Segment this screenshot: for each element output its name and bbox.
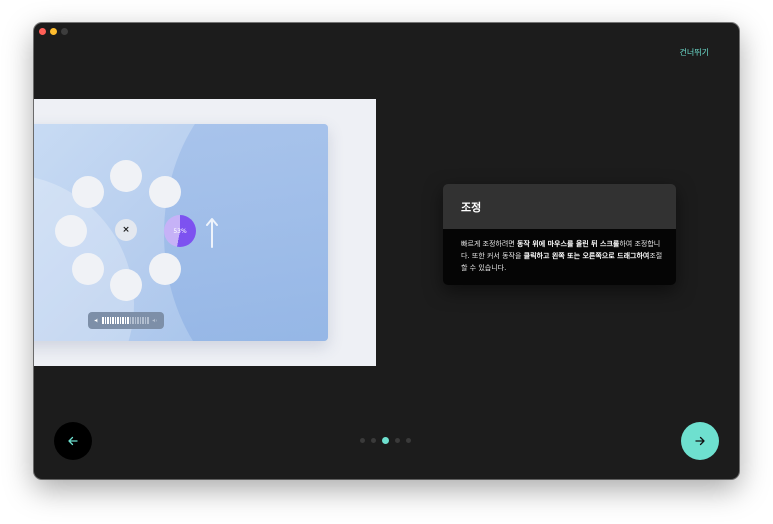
tooltip-description: 빠르게 조정하려면 동작 위에 마우스를 올린 뒤 스크롤하여 조정합니다. 또… (443, 229, 676, 285)
radial-menu-close-icon: × (115, 219, 137, 241)
radial-menu-item (72, 253, 104, 285)
radial-menu-item (72, 176, 104, 208)
page-indicator (360, 437, 411, 444)
page-dot-3-active[interactable] (382, 437, 389, 444)
radial-menu-item (55, 215, 87, 247)
minimize-window-button[interactable] (50, 28, 57, 35)
zoom-window-button[interactable] (61, 28, 68, 35)
skip-button[interactable]: 건너뛰기 (680, 47, 709, 58)
arrow-left-icon (68, 436, 78, 446)
feature-tooltip: 조정 빠르게 조정하려면 동작 위에 마우스를 올린 뒤 스크롤하여 조정합니다… (443, 184, 676, 285)
illustration-screen: × 53% (34, 124, 328, 341)
next-button[interactable] (681, 422, 719, 460)
page-dot-4[interactable] (395, 438, 400, 443)
radial-menu-item (149, 176, 181, 208)
feature-illustration: × 53% (34, 99, 376, 366)
page-dot-1[interactable] (360, 438, 365, 443)
percent-dial: 53% (164, 215, 196, 247)
back-button[interactable] (54, 422, 92, 460)
radial-menu-item (149, 253, 181, 285)
tooltip-title: 조정 (443, 184, 676, 229)
page-dot-2[interactable] (371, 438, 376, 443)
volume-slider-illustration (88, 312, 164, 329)
arrow-right-icon (695, 436, 705, 446)
page-dot-5[interactable] (406, 438, 411, 443)
speaker-high-icon (152, 318, 157, 323)
close-window-button[interactable] (39, 28, 46, 35)
percent-label: 53% (173, 227, 187, 235)
tooltip-text-emphasis: 동작 위에 마우스를 올린 뒤 스크롤 (516, 240, 620, 248)
radial-menu-item (110, 160, 142, 192)
arrow-up-icon (206, 218, 218, 248)
tooltip-text-segment: 빠르게 조정하려면 (461, 240, 517, 248)
volume-ticks (102, 317, 149, 324)
window-controls (39, 28, 68, 35)
speaker-low-icon (94, 318, 98, 323)
tooltip-text-emphasis: 클릭하고 왼쪽 또는 오른쪽으로 드래그하여 (523, 252, 650, 260)
onboarding-window: 건너뛰기 × 53% 조정 빠르게 조정하려면 동작 위에 마우스를 올린 뒤 … (34, 23, 739, 479)
radial-menu-item (110, 269, 142, 301)
